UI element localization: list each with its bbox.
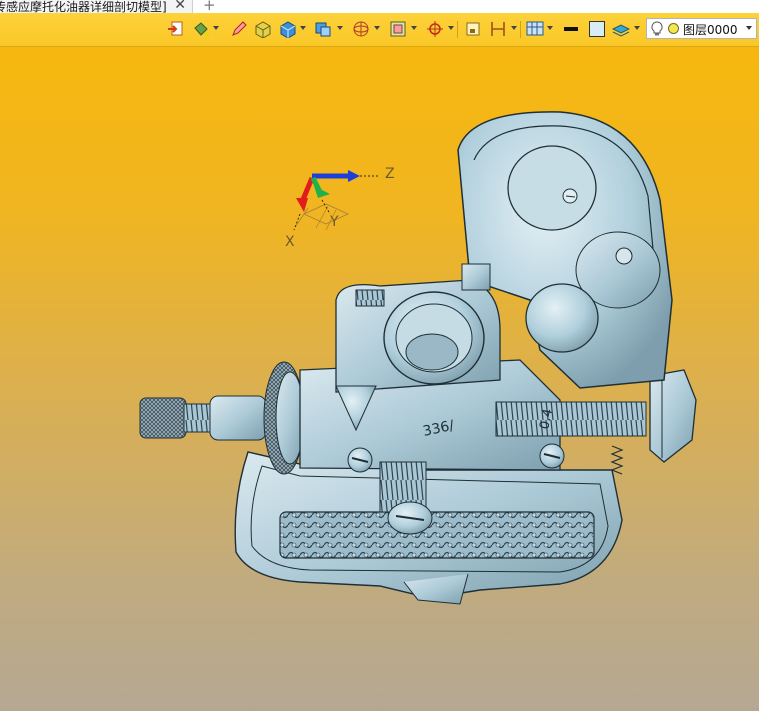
target-dropdown-icon[interactable] xyxy=(448,26,454,30)
3d-viewport[interactable]: . xyxy=(0,47,759,711)
frame-icon[interactable] xyxy=(389,20,407,38)
box-menu-dropdown-icon[interactable] xyxy=(337,26,343,30)
layer-selector[interactable]: 图层0000 xyxy=(646,18,757,39)
sphere-dropdown-icon[interactable] xyxy=(374,26,380,30)
frame-dropdown-icon[interactable] xyxy=(411,26,417,30)
import-icon[interactable] xyxy=(167,20,185,38)
model-canvas: . xyxy=(0,47,697,605)
box-dropdown-icon[interactable] xyxy=(314,20,332,38)
solid-box-icon[interactable] xyxy=(279,20,297,38)
shaded-box-icon[interactable] xyxy=(254,20,272,38)
document-tab-title: 传感应摩托化油器详细剖切模型] xyxy=(0,0,167,13)
carburetor-model[interactable]: 336/ 0.4 xyxy=(139,111,697,605)
color-swatch-icon[interactable] xyxy=(588,20,606,38)
x-axis-label: X xyxy=(285,234,295,250)
measure-dropdown-icon[interactable] xyxy=(511,26,517,30)
target-icon[interactable] xyxy=(426,20,444,38)
view-grid-icon[interactable] xyxy=(526,20,544,38)
lightbulb-icon[interactable] xyxy=(651,21,663,40)
layer-name: 图层0000 xyxy=(683,23,738,37)
layers-icon[interactable] xyxy=(612,20,630,38)
layer-dropdown-arrow-icon[interactable] xyxy=(746,26,752,30)
layers-dropdown-icon[interactable] xyxy=(634,26,640,30)
tab-bar: 传感应摩托化油器详细剖切模型] ✕ + xyxy=(0,0,759,14)
z-axis-label: Z xyxy=(385,166,395,182)
svg-text:.: . xyxy=(0,47,1,49)
y-axis-label: Y xyxy=(330,214,339,230)
h-measure-icon[interactable] xyxy=(489,20,507,38)
layer-color-dot[interactable] xyxy=(668,23,679,34)
paint-dropdown-icon[interactable] xyxy=(213,26,219,30)
line-style-icon[interactable] xyxy=(562,20,580,38)
close-tab-icon[interactable]: ✕ xyxy=(174,0,186,13)
pencil-icon[interactable] xyxy=(230,20,248,38)
toolbar: 图层0000 xyxy=(0,13,759,47)
view-dropdown-icon[interactable] xyxy=(547,26,553,30)
new-tab-icon[interactable]: + xyxy=(203,0,216,14)
sphere-wireframe-icon[interactable] xyxy=(352,20,370,38)
document-tab[interactable]: 传感应摩托化油器详细剖切模型] ✕ xyxy=(0,0,193,13)
clip-icon[interactable] xyxy=(464,20,482,38)
paint-bucket-icon[interactable] xyxy=(192,20,210,38)
solid-dropdown-icon[interactable] xyxy=(300,26,306,30)
